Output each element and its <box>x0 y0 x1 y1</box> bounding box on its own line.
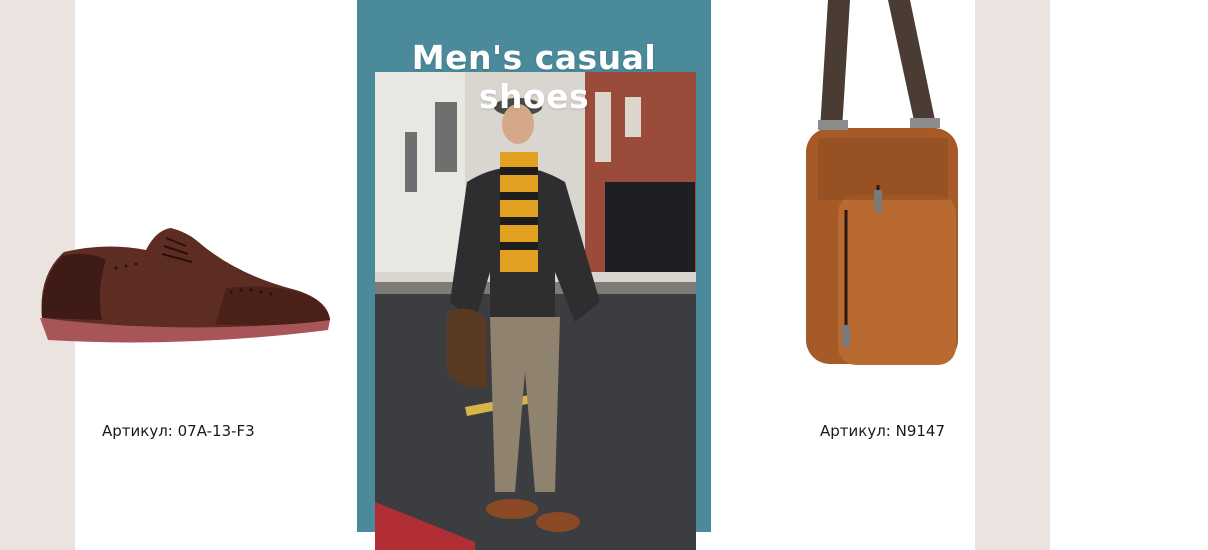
banner-title: Men's casual shoes <box>411 38 657 116</box>
far-right-white-area <box>1050 0 1208 550</box>
brogue-shoe-icon[interactable] <box>36 220 336 355</box>
street-style-man-photo <box>375 72 696 550</box>
right-beige-strip <box>975 0 1050 550</box>
left-product-sku: Артикул: 07A-13-F3 <box>102 422 255 440</box>
leather-crossbody-bag-icon[interactable] <box>798 0 968 375</box>
right-product-sku: Артикул: N9147 <box>820 422 946 440</box>
